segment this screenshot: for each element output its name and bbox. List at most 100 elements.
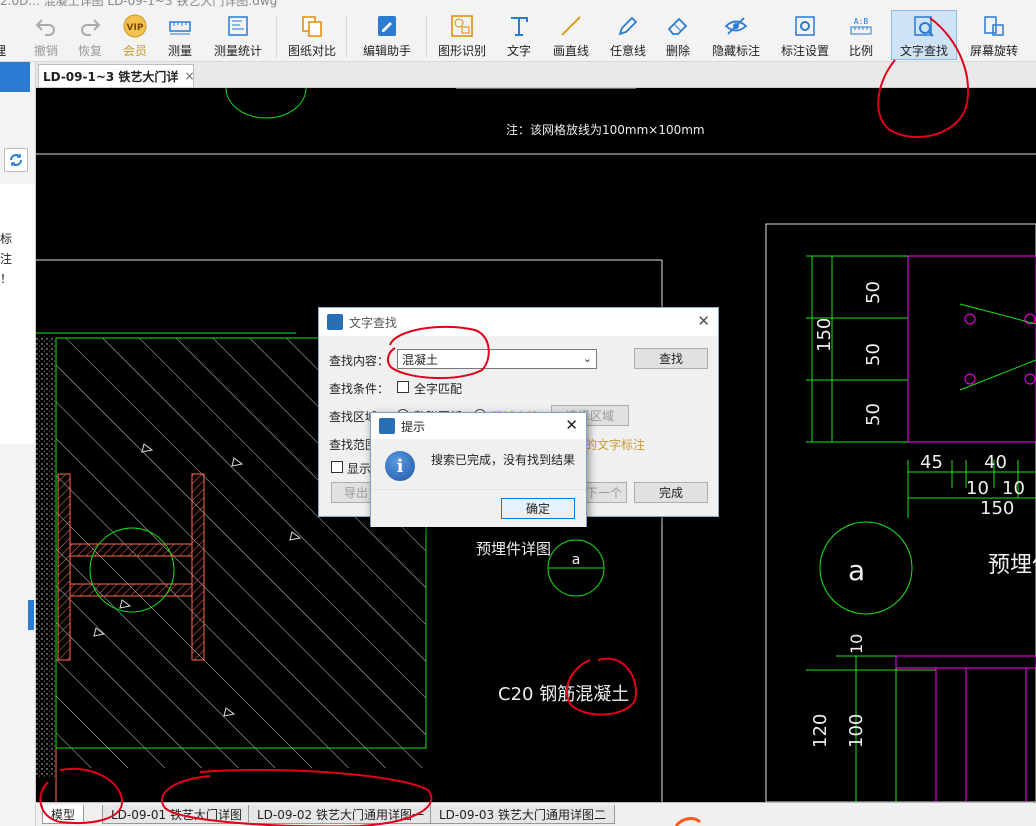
show-checkbox[interactable]	[331, 461, 343, 473]
bolt-hole	[964, 373, 976, 385]
shape-recognition-icon	[449, 13, 475, 39]
scale-button[interactable]: A:B 比例	[846, 10, 876, 60]
ok-button[interactable]: 确定	[501, 498, 575, 519]
measure-stats-button[interactable]: 测量统计	[210, 10, 266, 60]
edit-assistant-label: 编辑助手	[362, 44, 411, 58]
grid-note-text: 注：该网格放线为100mm×100mm	[506, 122, 705, 137]
layout-tab-label: LD-09-02 铁艺大门通用详图一	[257, 807, 424, 822]
vip-badge-text: VIP	[127, 23, 144, 33]
annotation-settings-label: 标注设置	[780, 44, 829, 58]
condition-label: 查找条件：	[329, 382, 390, 396]
concrete-label: C20 钢筋混凝土	[498, 684, 629, 705]
panel-text-fragment: ！	[0, 272, 13, 286]
dimension-text: 10	[847, 634, 866, 654]
compare-icon	[299, 13, 325, 39]
compare-button[interactable]: 图纸对比	[286, 10, 338, 60]
dimension-text: 40	[984, 452, 1007, 473]
vip-label: 会员	[122, 44, 147, 58]
annotation-settings-icon	[792, 13, 818, 39]
next-button[interactable]: 下一个	[581, 482, 627, 503]
detail-label-right: 预埋件	[988, 553, 1036, 578]
close-icon[interactable]: ✕	[697, 312, 710, 330]
text-search-button[interactable]: 文字查找	[891, 10, 957, 60]
draw-line-button[interactable]: 画直线	[550, 10, 592, 60]
redo-label: 恢复	[77, 44, 102, 58]
undo-button[interactable]: 撤销	[30, 10, 62, 60]
sync-icon	[10, 154, 22, 166]
shape-recognition-button[interactable]: 图形识别	[436, 10, 488, 60]
search-content-value: 混凝土	[402, 352, 439, 367]
edit-assistant-icon	[374, 13, 400, 39]
detail-bubble-large	[819, 521, 913, 615]
layout-tab-label: LD-09-01 铁艺大门详图	[111, 807, 242, 822]
eye-hide-icon	[723, 13, 749, 39]
layout-tab-ld-09-02[interactable]: LD-09-02 铁艺大门通用详图一	[248, 805, 433, 824]
bolt-hole	[1024, 373, 1036, 385]
search-content-select[interactable]: 混凝土 ⌄	[397, 349, 597, 369]
dimension-text: 120	[810, 714, 831, 748]
toolbar-separator	[426, 16, 427, 58]
dimension-text: 50	[863, 403, 884, 426]
measure-button[interactable]: 测量	[164, 10, 196, 60]
layout-tab-label: 模型	[51, 807, 76, 822]
sync-button[interactable]	[4, 148, 28, 172]
edit-assistant-button[interactable]: 编辑助手	[360, 10, 414, 60]
vip-icon: VIP	[122, 13, 148, 39]
message-text: 搜索已完成，没有找到结果	[431, 453, 576, 467]
shape-recognition-label: 图形识别	[437, 44, 486, 58]
layout-tab-ld-09-03[interactable]: LD-09-03 铁艺大门通用详图二	[430, 805, 615, 824]
toolbar-item-cut[interactable]: 理	[0, 10, 10, 60]
dimension-text: 100	[846, 714, 867, 748]
draw-line-label: 画直线	[552, 44, 589, 58]
dimension-text: 50	[863, 281, 884, 304]
app-icon	[379, 418, 395, 434]
text-search-icon	[911, 14, 937, 39]
hide-annotations-button[interactable]: 隐藏标注	[708, 10, 764, 60]
redo-button[interactable]: 恢复	[74, 10, 106, 60]
screen-rotate-button[interactable]: 屏幕旋转	[966, 10, 1022, 60]
detail-bubble-letter: a	[572, 552, 581, 568]
delete-button[interactable]: 删除	[663, 10, 693, 60]
window-title: 2.0D... 混凝土详图 LD-09-1~3 铁艺大门详图.dwg	[0, 0, 278, 8]
eraser-icon	[665, 13, 691, 39]
steel-bar	[69, 583, 193, 597]
dialog-title: 文字查找	[349, 315, 398, 330]
bottom-dimension-lines	[806, 655, 1036, 802]
freehand-button[interactable]: 任意线	[608, 10, 648, 60]
done-button[interactable]: 完成	[634, 482, 708, 503]
full-match-checkbox[interactable]	[397, 381, 409, 393]
content-label: 查找内容：	[329, 354, 390, 368]
bolt-hole	[964, 313, 976, 325]
screen-rotate-label: 屏幕旋转	[969, 44, 1018, 58]
ruler-icon	[167, 13, 193, 39]
find-button[interactable]: 查找	[634, 348, 708, 369]
close-icon[interactable]: ✕	[565, 416, 578, 434]
steel-bar	[69, 543, 193, 557]
close-icon[interactable]: ×	[184, 69, 194, 83]
document-tab[interactable]: LD-09-1~3 铁艺大门详 ×	[38, 64, 195, 87]
magenta-members	[935, 668, 1027, 802]
toolbar-separator	[276, 16, 277, 58]
layout-tab-model[interactable]: 模型	[42, 805, 85, 824]
panel-scroll-indicator[interactable]	[28, 600, 34, 630]
steel-plate	[57, 473, 71, 661]
redo-icon	[77, 13, 103, 39]
toolbar-label: 理	[0, 42, 6, 59]
message-box-title-bar[interactable]: 提示	[371, 413, 586, 439]
vip-button[interactable]: VIP 会员	[118, 10, 152, 60]
measure-label: 测量	[167, 44, 192, 58]
text-search-label: 文字查找	[899, 44, 948, 58]
text-label: 文字	[506, 44, 531, 58]
concrete-edge-fill	[36, 338, 56, 778]
chevron-down-icon: ⌄	[582, 352, 592, 365]
freehand-label: 任意线	[609, 44, 646, 58]
dialog-title-bar[interactable]: 文字查找	[319, 308, 718, 336]
compare-label: 图纸对比	[287, 44, 336, 58]
show-label: 显示	[347, 462, 372, 476]
green-leader-lines	[959, 303, 1036, 391]
annotation-settings-button[interactable]: 标注设置	[778, 10, 832, 60]
document-tab-label: LD-09-1~3 铁艺大门详	[43, 69, 179, 84]
panel-header-tab[interactable]	[0, 62, 30, 92]
layout-tab-ld-09-01[interactable]: LD-09-01 铁艺大门详图	[102, 805, 251, 824]
text-button[interactable]: 文字	[504, 10, 534, 60]
